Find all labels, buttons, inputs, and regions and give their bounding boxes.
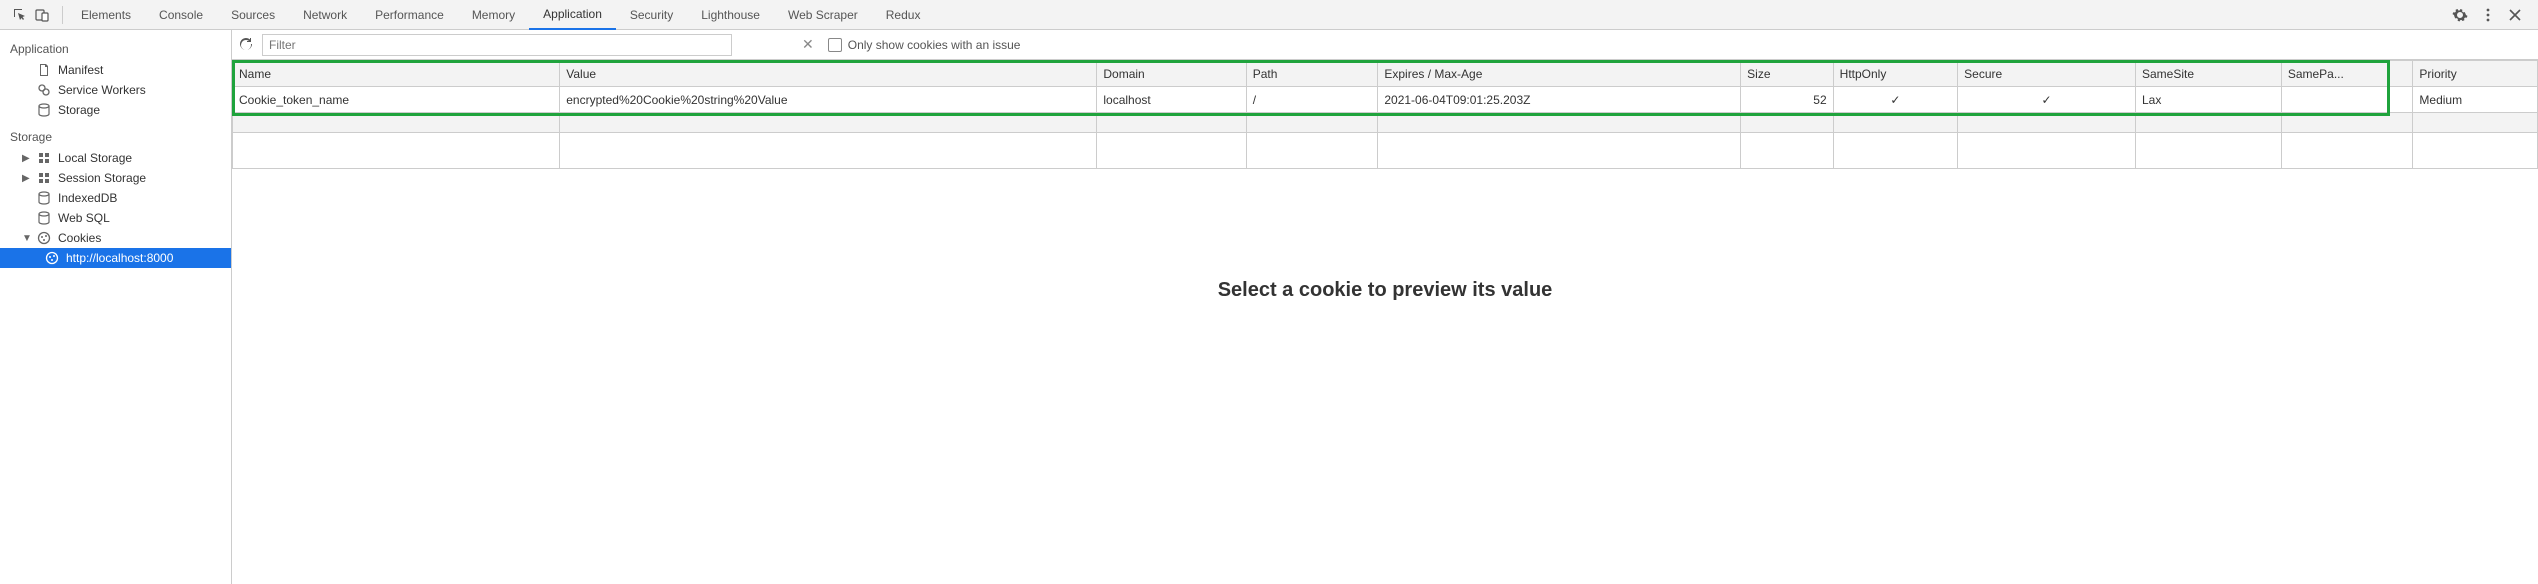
tab-application[interactable]: Application	[529, 0, 616, 30]
kebab-menu-icon[interactable]	[2480, 7, 2496, 23]
table-row-empty	[233, 113, 2538, 133]
chevron-down-icon[interactable]: ▼	[22, 233, 30, 244]
sidebar-item-label: Cookies	[58, 231, 101, 245]
cell-domain: localhost	[1097, 87, 1246, 113]
sidebar-item-indexeddb[interactable]: IndexedDB	[0, 188, 231, 208]
col-httponly[interactable]: HttpOnly	[1833, 61, 1957, 87]
tab-console[interactable]: Console	[145, 0, 217, 30]
sidebar-item-label: Web SQL	[58, 211, 110, 225]
tab-web-scraper[interactable]: Web Scraper	[774, 0, 872, 30]
col-name[interactable]: Name	[233, 61, 560, 87]
devtools-tab-bar: Elements Console Sources Network Perform…	[0, 0, 2538, 30]
chevron-right-icon[interactable]: ▶	[22, 153, 30, 164]
sidebar-item-label: Storage	[58, 103, 100, 117]
grid-icon	[36, 151, 52, 165]
inspect-icon[interactable]	[12, 7, 28, 23]
table-row-empty	[233, 133, 2538, 169]
sidebar-item-manifest[interactable]: Manifest	[0, 60, 231, 80]
sidebar-item-storage[interactable]: Storage	[0, 100, 231, 120]
only-issue-checkbox[interactable]: Only show cookies with an issue	[828, 38, 1021, 52]
col-value[interactable]: Value	[560, 61, 1097, 87]
sidebar-item-label: http://localhost:8000	[66, 251, 173, 265]
checkbox-icon	[828, 38, 842, 52]
filter-input[interactable]	[262, 34, 732, 56]
refresh-icon[interactable]	[238, 37, 254, 53]
tab-lighthouse[interactable]: Lighthouse	[687, 0, 774, 30]
tab-security[interactable]: Security	[616, 0, 687, 30]
cookie-icon	[44, 251, 60, 265]
database-icon	[36, 211, 52, 225]
col-size[interactable]: Size	[1741, 61, 1833, 87]
chevron-right-icon[interactable]: ▶	[22, 173, 30, 184]
document-icon	[36, 63, 52, 77]
cookies-table: Name Value Domain Path Expires / Max-Age…	[232, 60, 2538, 169]
cell-httponly: ✓	[1833, 87, 1957, 113]
tab-network[interactable]: Network	[289, 0, 361, 30]
sidebar-section-application: Application	[0, 38, 231, 60]
col-expires[interactable]: Expires / Max-Age	[1378, 61, 1741, 87]
cookie-icon	[36, 231, 52, 245]
sidebar-item-cookies[interactable]: ▼ Cookies	[0, 228, 231, 248]
col-samesite[interactable]: SameSite	[2135, 61, 2281, 87]
col-sameparty[interactable]: SamePa...	[2281, 61, 2413, 87]
application-sidebar: Application Manifest Service Workers	[0, 30, 232, 584]
cell-priority: Medium	[2413, 87, 2538, 113]
table-header-row: Name Value Domain Path Expires / Max-Age…	[233, 61, 2538, 87]
sidebar-item-service-workers[interactable]: Service Workers	[0, 80, 231, 100]
close-icon[interactable]	[2508, 8, 2522, 22]
sidebar-item-label: Service Workers	[58, 83, 146, 97]
cell-size: 52	[1741, 87, 1833, 113]
grid-icon	[36, 171, 52, 185]
tab-redux[interactable]: Redux	[872, 0, 935, 30]
tab-performance[interactable]: Performance	[361, 0, 458, 30]
sidebar-item-session-storage[interactable]: ▶ Session Storage	[0, 168, 231, 188]
cookies-toolbar: ✕ Only show cookies with an issue	[232, 30, 2538, 60]
gear-icon[interactable]	[2452, 7, 2468, 23]
cell-value: encrypted%20Cookie%20string%20Value	[560, 87, 1097, 113]
cell-path: /	[1246, 87, 1378, 113]
cell-name: Cookie_token_name	[233, 87, 560, 113]
sidebar-item-local-storage[interactable]: ▶ Local Storage	[0, 148, 231, 168]
cell-secure: ✓	[1958, 87, 2136, 113]
tab-memory[interactable]: Memory	[458, 0, 529, 30]
col-domain[interactable]: Domain	[1097, 61, 1246, 87]
gear-icon	[36, 83, 52, 97]
device-toggle-icon[interactable]	[34, 7, 50, 23]
sidebar-item-label: Session Storage	[58, 171, 146, 185]
sidebar-item-label: Manifest	[58, 63, 103, 77]
cookies-panel: ✕ Only show cookies with an issue	[232, 30, 2538, 584]
sidebar-item-websql[interactable]: Web SQL	[0, 208, 231, 228]
database-icon	[36, 103, 52, 117]
sidebar-item-label: Local Storage	[58, 151, 132, 165]
col-priority[interactable]: Priority	[2413, 61, 2538, 87]
cookie-preview-placeholder: Select a cookie to preview its value	[232, 169, 2538, 584]
col-secure[interactable]: Secure	[1958, 61, 2136, 87]
tab-elements[interactable]: Elements	[67, 0, 145, 30]
table-row[interactable]: Cookie_token_name encrypted%20Cookie%20s…	[233, 87, 2538, 113]
only-issue-label: Only show cookies with an issue	[848, 38, 1021, 52]
cell-sameparty	[2281, 87, 2413, 113]
sidebar-item-cookie-origin[interactable]: http://localhost:8000	[0, 248, 231, 268]
database-icon	[36, 191, 52, 205]
tab-sources[interactable]: Sources	[217, 0, 289, 30]
cell-samesite: Lax	[2135, 87, 2281, 113]
col-path[interactable]: Path	[1246, 61, 1378, 87]
clear-filter-icon[interactable]: ✕	[796, 36, 820, 53]
sidebar-item-label: IndexedDB	[58, 191, 117, 205]
sidebar-section-storage: Storage	[0, 126, 231, 148]
cell-expires: 2021-06-04T09:01:25.203Z	[1378, 87, 1741, 113]
